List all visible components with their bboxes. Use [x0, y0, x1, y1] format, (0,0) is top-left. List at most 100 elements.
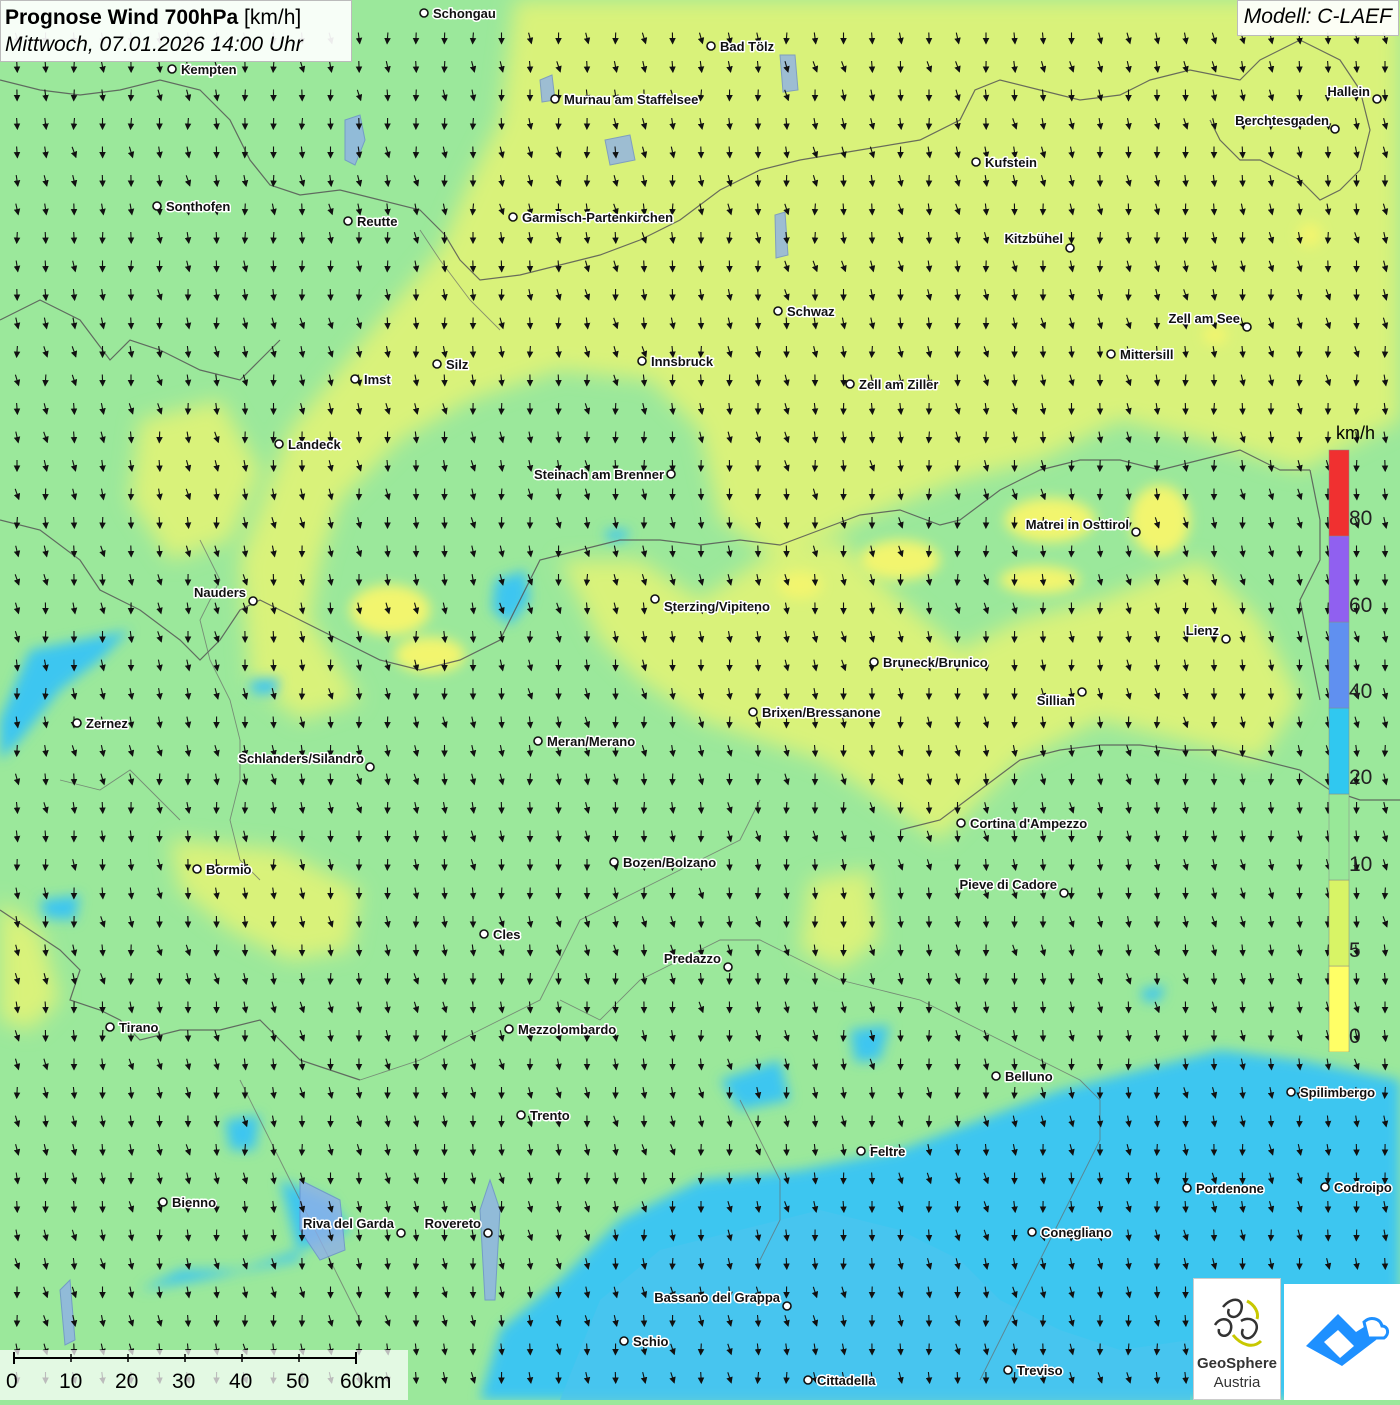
wind-arrow: [1299, 432, 1300, 443]
wind-arrow: [1100, 603, 1101, 614]
wind-arrow: [701, 489, 702, 500]
geosphere-logo[interactable]: GeoSphere Austria: [1193, 1278, 1281, 1400]
city-label: Schwaz: [787, 304, 835, 319]
logo-name: GeoSphere: [1194, 1355, 1280, 1372]
wind-arrow: [1385, 1258, 1386, 1269]
city-label: Mezzolombardo: [518, 1022, 616, 1037]
wind-arrow: [1100, 261, 1101, 272]
city-marker-icon: [1373, 95, 1381, 103]
city-murnau-am-staffelsee: Murnau am Staffelsee: [551, 92, 698, 107]
wind-arrow: [74, 774, 75, 785]
city-label: Bruneck/Brunico: [883, 655, 988, 670]
legend-bin-0: [1329, 966, 1349, 1052]
city-label: Mittersill: [1120, 347, 1173, 362]
city-cortina-d-ampezzo: Cortina d'Ampezzo: [957, 816, 1087, 831]
wind-map[interactable]: SchongauBad TölzKemptenMurnau am Staffel…: [0, 0, 1400, 1400]
city-marker-icon: [610, 858, 618, 866]
wind-arrow: [387, 232, 388, 243]
wind-arrow: [815, 973, 816, 984]
wind-arrow: [1271, 831, 1272, 842]
wind-arrow: [74, 546, 75, 557]
city-label: Pordenone: [1196, 1181, 1264, 1196]
city-label: Conegliano: [1041, 1225, 1112, 1240]
wind-arrow: [644, 261, 645, 272]
scale-tick-0: 0: [6, 1370, 18, 1394]
wind-arrow: [1214, 660, 1215, 671]
city-garmisch-partenkirchen: Garmisch-Partenkirchen: [509, 210, 673, 225]
wind-arrow: [74, 61, 75, 72]
wind-arrow: [1328, 1230, 1329, 1241]
wind-arrow: [1242, 403, 1243, 414]
wind-arrow: [815, 232, 816, 243]
city-marker-icon: [1321, 1183, 1329, 1191]
wind-arrow: [1385, 346, 1386, 357]
wind-arrow: [245, 945, 246, 956]
city-marker-icon: [168, 65, 176, 73]
wind-arrow: [273, 175, 274, 186]
wind-arrow: [501, 289, 502, 300]
wind-arrow: [159, 831, 160, 842]
city-marker-icon: [106, 1023, 114, 1031]
wind-arrow: [302, 1144, 303, 1155]
city-marker-icon: [1132, 528, 1140, 536]
city-label: Rovereto: [425, 1216, 481, 1231]
city-label: Steinach am Brenner: [534, 467, 664, 482]
city-label: Landeck: [288, 437, 342, 452]
city-marker-icon: [366, 763, 374, 771]
wind-arrow: [159, 774, 160, 785]
app-logo[interactable]: [1284, 1284, 1400, 1400]
wind-arrow: [501, 403, 502, 414]
logo-sub: Austria: [1194, 1374, 1280, 1391]
scale-tick-30: 30: [172, 1370, 195, 1394]
city-label: Schongau: [433, 6, 496, 21]
wind-arrow: [615, 432, 616, 443]
wind-arrow: [131, 318, 132, 329]
legend-label-10: 10: [1349, 853, 1372, 877]
wind-arrow: [131, 973, 132, 984]
wind-arrow: [729, 1173, 730, 1184]
wind-arrow: [1157, 802, 1158, 813]
city-label: Treviso: [1017, 1363, 1063, 1378]
wind-arrow: [159, 1230, 160, 1241]
city-label: Matrei in Osttirol: [1026, 517, 1129, 532]
wind-arrow: [843, 175, 844, 186]
city-bruneck-brunico: Bruneck/Brunico: [870, 655, 988, 670]
city-marker-icon: [638, 357, 646, 365]
wind-arrow: [786, 1144, 787, 1155]
wind-arrow: [758, 118, 759, 129]
legend-bin-20: [1329, 708, 1349, 794]
legend-label-80: 80: [1349, 507, 1372, 531]
city-marker-icon: [153, 202, 161, 210]
city-marker-icon: [857, 1147, 865, 1155]
wind-arrow: [416, 489, 417, 500]
wind-arrow: [359, 289, 360, 300]
city-label: Cles: [493, 927, 520, 942]
wind-arrow: [102, 517, 103, 528]
city-marker-icon: [1028, 1228, 1036, 1236]
city-label: Feltre: [870, 1144, 905, 1159]
city-bozen-bolzano: Bozen/Bolzano: [610, 855, 716, 870]
wind-arrow: [1185, 831, 1186, 842]
wind-arrow: [530, 261, 531, 272]
wind-arrow: [1157, 1144, 1158, 1155]
wind-arrow: [444, 118, 445, 129]
wind-arrow: [558, 1372, 559, 1383]
wind-arrow: [758, 147, 759, 158]
wind-arrow: [1043, 1315, 1044, 1326]
wind-arrow: [701, 916, 702, 927]
wind-arrow: [17, 61, 18, 72]
wind-arrow: [330, 289, 331, 300]
wind-arrow: [957, 546, 958, 557]
wind-arrow: [473, 346, 474, 357]
wind-arrow: [957, 517, 958, 528]
wind-arrow: [359, 1173, 360, 1184]
city-marker-icon: [1078, 688, 1086, 696]
wind-arrow: [473, 1144, 474, 1155]
city-label: Sonthofen: [166, 199, 230, 214]
wind-arrow: [1299, 61, 1300, 72]
city-marker-icon: [1243, 323, 1251, 331]
wind-arrow: [45, 631, 46, 642]
city-label: Cortina d'Ampezzo: [970, 816, 1087, 831]
city-marker-icon: [870, 658, 878, 666]
city-brixen-bressanone: Brixen/Bressanone: [749, 705, 881, 720]
